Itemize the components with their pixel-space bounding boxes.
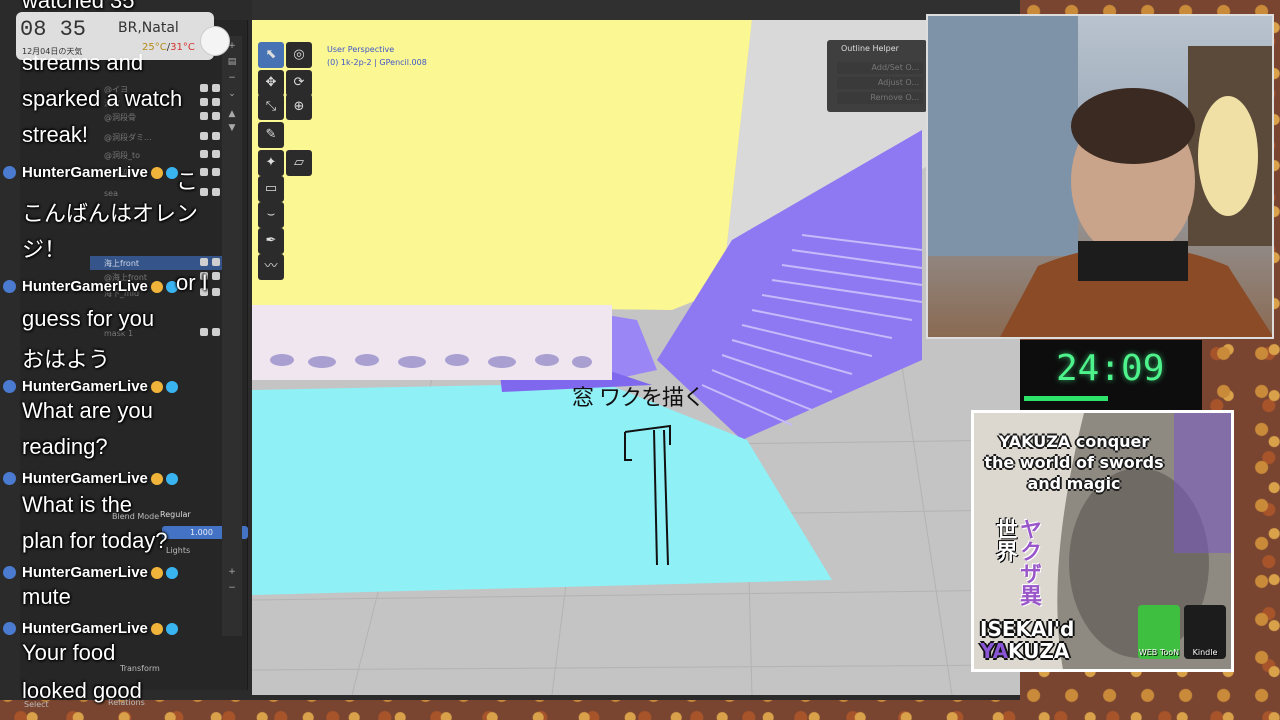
viewer-avatar-icon	[3, 166, 16, 179]
3d-viewport[interactable]: User Perspective (0) 1k-2p-2 | GPencil.0…	[252, 20, 1020, 695]
viewer-avatar-icon	[3, 472, 16, 485]
book-jp-title-2: ヤクザ異	[1016, 518, 1041, 606]
sub-badge-icon	[165, 567, 178, 580]
chat-message-line: mute	[22, 584, 71, 609]
draw-tool-icon[interactable]: ✎	[258, 122, 284, 148]
crown-badge-icon	[150, 567, 163, 580]
outline-helper-title: Outline Helper	[841, 44, 899, 53]
book-title: YAKUZA conquer the world of swords and m…	[984, 432, 1164, 493]
timer-progress-bar	[1024, 396, 1108, 401]
viewport-object-info: (0) 1k-2p-2 | GPencil.008	[327, 58, 427, 67]
kindle-label: Kindle	[1192, 648, 1218, 657]
chat-username: HunterGamerLive	[22, 620, 178, 637]
viewer-avatar-icon	[3, 280, 16, 293]
clock-time: 08 35	[20, 17, 87, 42]
timer-display: 24:09	[1056, 348, 1165, 389]
chat-inline-fragment: or I	[176, 270, 208, 295]
transform-tool-icon[interactable]: ⊕	[286, 94, 312, 120]
viewer-avatar-icon	[3, 380, 16, 393]
book-subtitle-kuza: KUZA	[1008, 639, 1070, 663]
eyedropper-tool-icon[interactable]: ✒	[258, 228, 284, 254]
chat-username: HunterGamerLive	[22, 378, 178, 395]
temp-high: 31°C	[170, 42, 195, 53]
clock-widget: 08 35 BR,Natal 12月04日の天気 25°C/31°C	[16, 12, 230, 60]
chat-message-line: streak!	[22, 122, 89, 147]
handwritten-note: 窓 ワクを描く	[572, 386, 705, 411]
bend-tool-icon[interactable]: ▭	[258, 176, 284, 202]
chat-username: HunterGamerLive	[22, 164, 178, 181]
timer-widget: 24:09	[1020, 340, 1202, 410]
clock-temperature: 25°C/31°C	[142, 42, 195, 53]
kindle-logo: Kindle	[1184, 605, 1226, 659]
crown-badge-icon	[150, 167, 163, 180]
annotate-tool-icon[interactable]: 〰	[258, 254, 284, 280]
bushes-strip	[252, 305, 612, 380]
chat-message-line: What is the	[22, 492, 133, 517]
chat-message-line: sparked a watch	[22, 86, 183, 111]
chat-message-line: looked good	[22, 678, 142, 703]
viewer-avatar-icon	[3, 566, 16, 579]
scale-tool-icon[interactable]: ⤡	[258, 94, 284, 120]
crown-badge-icon	[150, 281, 163, 294]
webtoon-label: WEB TooN	[1138, 648, 1180, 657]
book-subtitle-line-2: YAKUZA	[980, 640, 1074, 662]
sub-badge-icon	[165, 623, 178, 636]
book-subtitle: ISEKAI'd YAKUZA	[980, 618, 1074, 662]
chat-message-line: What are you	[22, 398, 153, 423]
cloud-icon	[200, 26, 230, 56]
webcam-image	[928, 16, 1272, 337]
clock-city: BR,Natal	[118, 20, 179, 36]
chat-message-line: Your food	[22, 640, 116, 665]
chat-message-line: ジ！	[22, 237, 67, 262]
temp-low: 25°C	[142, 42, 167, 53]
sub-badge-icon	[165, 473, 178, 486]
chat-inline-fragment: こ	[176, 169, 199, 194]
sub-badge-icon	[165, 381, 178, 394]
remove-outline-button[interactable]: Remove O...	[837, 92, 923, 104]
viewport-header	[252, 0, 1020, 20]
book-cover: YAKUZA conquer the world of swords and m…	[971, 410, 1234, 672]
webcam-feed	[926, 14, 1274, 339]
chat-overlay: watched 35 streams and sparked a watch stre…	[0, 0, 240, 720]
adjust-outline-button[interactable]: Adjust O...	[837, 77, 923, 89]
chat-message-line: plan for today?	[22, 528, 168, 553]
viewport-perspective: User Perspective	[327, 45, 395, 54]
chat-username: HunterGamerLive	[22, 470, 178, 487]
rotate-tool-icon[interactable]: ⟳	[286, 70, 312, 96]
shear-tool-icon[interactable]: ▱	[286, 150, 312, 176]
outline-helper-panel: Outline Helper Add/Set O... Adjust O... …	[827, 40, 927, 112]
viewer-avatar-icon	[3, 622, 16, 635]
chat-message-line: おはよう	[22, 347, 111, 372]
chat-username: HunterGamerLive	[22, 564, 178, 581]
scene-drawing	[252, 20, 1020, 695]
chat-message-line: こんばんはオレン	[22, 201, 199, 226]
webtoon-logo: WEB TooN	[1138, 605, 1180, 659]
cursor-tool-icon[interactable]: ◎	[286, 42, 312, 68]
chat-username: HunterGamerLive	[22, 278, 178, 295]
book-subtitle-ya: YA	[980, 639, 1009, 663]
crown-badge-icon	[150, 623, 163, 636]
move-tool-icon[interactable]: ✥	[258, 70, 284, 96]
radius-tool-icon[interactable]: ✦	[258, 150, 284, 176]
clock-forecast-label: 12月04日の天気	[22, 47, 83, 56]
crown-badge-icon	[150, 473, 163, 486]
book-subtitle-line-1: ISEKAI'd	[980, 617, 1075, 641]
crown-badge-icon	[150, 381, 163, 394]
select-tool-icon[interactable]: ⬉	[258, 42, 284, 68]
chat-message-line: reading?	[22, 434, 108, 459]
chat-message-line: guess for you	[22, 306, 155, 331]
interpolate-tool-icon[interactable]: ⌣	[258, 202, 284, 228]
add-set-outline-button[interactable]: Add/Set O...	[837, 62, 923, 74]
